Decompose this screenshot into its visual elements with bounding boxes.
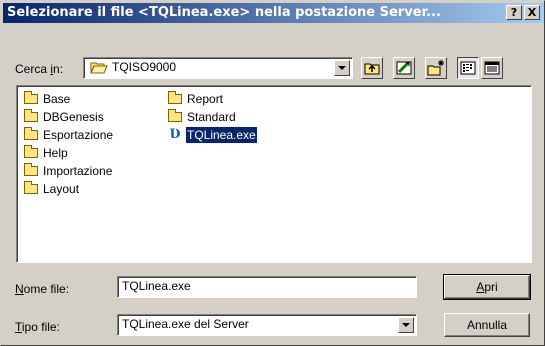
dialog-title: Selezionare il file <TQLinea.exe> nella …: [7, 5, 441, 20]
file-type-label: Tipo file:: [15, 320, 60, 334]
open-button[interactable]: Apri: [443, 274, 531, 300]
details-view-button[interactable]: [481, 57, 503, 79]
file-open-dialog: Selezionare il file <TQLinea.exe> nella …: [0, 0, 545, 346]
desktop-button[interactable]: [393, 57, 415, 79]
chevron-down-icon[interactable]: [334, 60, 350, 76]
help-icon: ?: [510, 6, 518, 19]
chevron-down-icon[interactable]: [398, 317, 414, 333]
file-type-dropdown[interactable]: TQLinea.exe del Server: [117, 314, 417, 336]
cancel-button[interactable]: Annulla: [444, 313, 530, 337]
close-icon: X: [527, 6, 537, 19]
open-folder-icon: [90, 61, 108, 75]
help-button[interactable]: ?: [506, 5, 522, 20]
folder-icon: [23, 145, 39, 159]
close-button[interactable]: X: [524, 5, 540, 20]
create-new-folder-button[interactable]: [425, 57, 447, 79]
desktop-icon: [396, 61, 412, 75]
folder-icon: [167, 109, 183, 123]
folder-icon: [23, 91, 39, 105]
details-view-icon: [484, 61, 500, 75]
folder-icon: [23, 109, 39, 123]
list-view-icon: [460, 61, 476, 75]
look-in-value: TQISO9000: [112, 60, 177, 74]
look-in-label: Cerca in:: [15, 62, 64, 76]
folder-icon: [23, 181, 39, 195]
up-folder-icon: [364, 63, 380, 75]
application-icon: Ʋ: [169, 127, 181, 142]
new-folder-icon: [427, 60, 444, 76]
folder-icon: [23, 127, 39, 141]
folder-icon: [23, 163, 39, 177]
folder-icon: [167, 91, 183, 105]
title-bar[interactable]: Selezionare il file <TQLinea.exe> nella …: [3, 3, 544, 23]
list-view-button[interactable]: [457, 57, 479, 79]
up-one-level-button[interactable]: [361, 57, 383, 79]
file-name-input[interactable]: TQLinea.exe: [117, 276, 417, 298]
file-list[interactable]: Base DBGenesis Esportazione Help Importa…: [16, 85, 532, 263]
file-name-label: Nome file:: [15, 282, 70, 296]
look-in-dropdown[interactable]: TQISO9000: [83, 57, 353, 79]
